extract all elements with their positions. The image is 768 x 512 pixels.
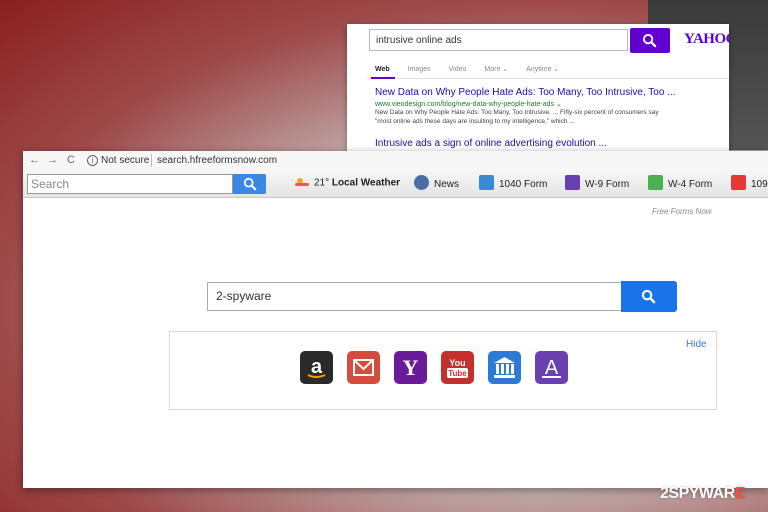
- toolbar-news-label: News: [434, 179, 460, 191]
- irs-tile[interactable]: [488, 351, 521, 384]
- forms-icon: A: [542, 357, 561, 379]
- brand-label: Free Forms Now: [652, 207, 712, 216]
- svg-text:Tube: Tube: [448, 369, 467, 378]
- svg-text:Y: Y: [403, 355, 419, 380]
- yahoo-search-button[interactable]: [630, 28, 670, 53]
- tab-web[interactable]: Web: [375, 66, 390, 73]
- url-field[interactable]: search.hfreeformsnow.com: [157, 155, 277, 166]
- forward-icon[interactable]: →: [47, 154, 58, 166]
- back-icon[interactable]: ←: [29, 154, 40, 166]
- forms-tile[interactable]: A: [535, 351, 568, 384]
- address-separator: [151, 154, 152, 167]
- amazon-tile[interactable]: a: [300, 351, 333, 384]
- watermark-text: 2SPYWAR: [660, 485, 735, 502]
- tab-images[interactable]: Images: [408, 66, 431, 73]
- info-icon[interactable]: i: [87, 155, 98, 166]
- main-search-input[interactable]: 2-spyware: [207, 282, 622, 311]
- toolbar-1099-form[interactable]: 109: [731, 175, 768, 192]
- weather-widget[interactable]: 21° Local Weather: [295, 177, 400, 189]
- svg-text:You: You: [449, 358, 465, 368]
- shortcut-tiles-panel: Hide a Y You Tube A: [169, 331, 717, 410]
- yahoo-tile[interactable]: Y: [394, 351, 427, 384]
- toolbar-w4-form[interactable]: W-4 Form: [648, 175, 713, 192]
- search-icon: [641, 289, 656, 304]
- mail-icon: [353, 359, 374, 376]
- address-bar: ← → C i Not secure search.hfreeformsnow.…: [23, 151, 768, 172]
- result-1-url[interactable]: www.vieodesign.com/blog/new-data-why-peo…: [375, 100, 562, 108]
- tab-more[interactable]: More ⌄: [484, 66, 508, 73]
- toolbar-w9-form[interactable]: W-9 Form: [565, 175, 630, 192]
- browser-window: ← → C i Not secure search.hfreeformsnow.…: [23, 151, 768, 488]
- w4-form-icon: [648, 175, 663, 190]
- watermark-text-accent: E: [734, 485, 746, 502]
- w9-form-icon: [565, 175, 580, 190]
- amazon-icon: a: [307, 356, 326, 378]
- weather-icon: [295, 178, 309, 186]
- yahoo-tabs: Web Images Video More ⌄ Anytime ⌄: [375, 65, 577, 73]
- toolbar-search-input[interactable]: Search: [27, 174, 233, 194]
- extension-toolbar: Search 21° Local Weather News 1040 Form …: [23, 171, 768, 198]
- tab-divider: [367, 78, 729, 79]
- news-icon: [414, 175, 429, 190]
- toolbar-1040-form[interactable]: 1040 Form: [479, 175, 548, 192]
- yahoo-search-window: intrusive online ads YAHOO! Web Images Vid…: [347, 24, 729, 159]
- tab-video[interactable]: Video: [449, 66, 467, 73]
- toolbar-w9-label: W-9 Form: [585, 179, 630, 191]
- yahoo-icon: Y: [403, 355, 419, 380]
- toolbar-search-button[interactable]: [233, 174, 266, 194]
- toolbar-news[interactable]: News: [414, 175, 460, 192]
- active-tab-underline: [371, 77, 395, 79]
- search-icon: [243, 177, 257, 191]
- svg-text:A: A: [545, 357, 559, 379]
- 1040-form-icon: [479, 175, 494, 190]
- 1099-form-icon: [731, 175, 746, 190]
- search-icon: [642, 33, 657, 48]
- toolbar-w4-label: W-4 Form: [668, 179, 713, 191]
- reload-icon[interactable]: C: [67, 154, 75, 166]
- yahoo-logo[interactable]: YAHOO!: [684, 31, 729, 48]
- bank-icon: [494, 357, 515, 378]
- youtube-icon: YouTube: [447, 358, 468, 378]
- youtube-tile[interactable]: You Tube: [441, 351, 474, 384]
- toolbar-1040-label: 1040 Form: [499, 179, 548, 191]
- weather-temp: 21°: [314, 177, 330, 189]
- result-2-title-link[interactable]: Intrusive ads a sign of online advertisi…: [375, 138, 607, 149]
- result-1-title-link[interactable]: New Data on Why People Hate Ads: Too Man…: [375, 87, 676, 98]
- gmail-tile[interactable]: [347, 351, 380, 384]
- tab-anytime[interactable]: Anytime ⌄: [526, 66, 559, 73]
- svg-text:a: a: [311, 356, 323, 378]
- security-label[interactable]: Not secure: [101, 155, 149, 166]
- toolbar-1099-label: 109: [751, 179, 768, 191]
- weather-label: Local Weather: [331, 177, 401, 189]
- hide-link[interactable]: Hide: [686, 339, 707, 350]
- main-search-button[interactable]: [621, 281, 677, 312]
- yahoo-search-input[interactable]: intrusive online ads: [369, 29, 628, 51]
- result-1-description: New Data on Why People Hate Ads: Too Man…: [375, 109, 659, 125]
- watermark-logo: 2SPYWARE: [660, 485, 745, 503]
